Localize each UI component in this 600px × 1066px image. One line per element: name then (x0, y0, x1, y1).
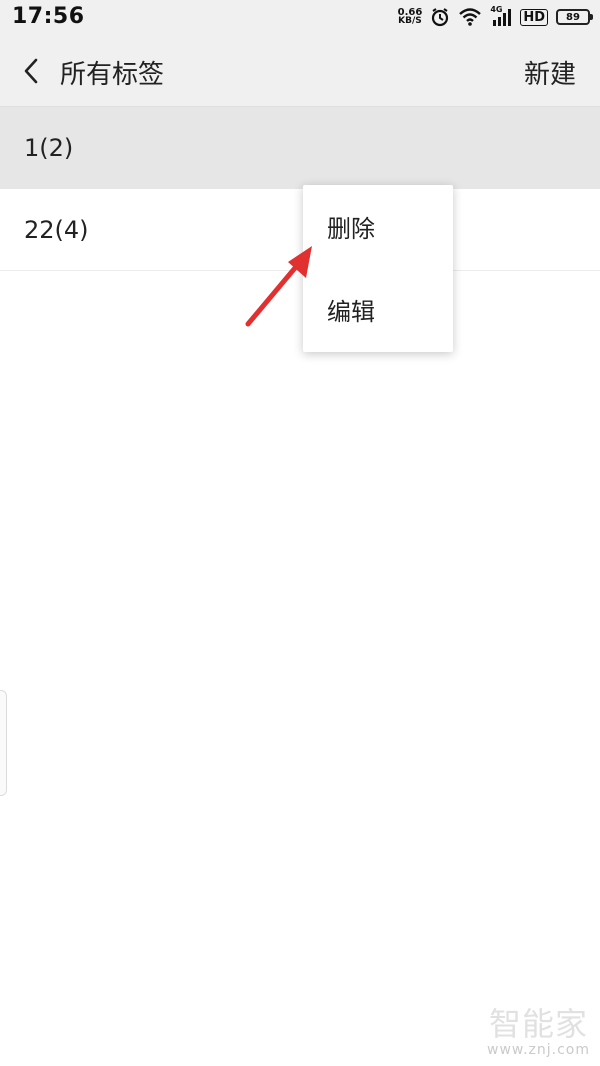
watermark-url: www.znj.com (487, 1042, 590, 1058)
hd-label: HD (520, 8, 548, 26)
chevron-left-icon (21, 57, 41, 85)
battery-level: 89 (566, 11, 580, 23)
network-type-label: 4G (490, 5, 503, 14)
watermark: 智能家 www.znj.com (487, 1006, 590, 1058)
app-header: 所有标签 新建 (0, 34, 600, 107)
side-drawer-handle[interactable] (0, 690, 7, 796)
network-speed: 0.66 KB/S (398, 8, 423, 26)
status-time: 17:56 (12, 4, 85, 29)
back-button[interactable] (14, 54, 48, 88)
status-bar: 17:56 0.66 KB/S 4G HD 89 (0, 0, 600, 34)
annotation-arrow-icon (245, 246, 312, 327)
menu-item-delete[interactable]: 删除 (303, 185, 453, 268)
new-tag-button[interactable]: 新建 (524, 54, 576, 91)
tag-label: 1(2) (24, 134, 74, 162)
wifi-icon (458, 7, 482, 27)
alarm-clock-icon (430, 7, 450, 27)
battery-icon: 89 (556, 9, 593, 25)
page-title: 所有标签 (60, 60, 165, 90)
network-speed-unit: KB/S (398, 16, 422, 26)
context-menu: 删除 编辑 (303, 185, 453, 352)
tag-row[interactable]: 1(2) (0, 107, 600, 189)
cellular-signal-icon: 4G (490, 5, 512, 27)
status-icons: 0.66 KB/S 4G HD 89 (398, 3, 593, 31)
watermark-logo: 智能家 (489, 1005, 589, 1043)
menu-item-edit[interactable]: 编辑 (303, 268, 453, 351)
tag-label: 22(4) (24, 215, 89, 244)
